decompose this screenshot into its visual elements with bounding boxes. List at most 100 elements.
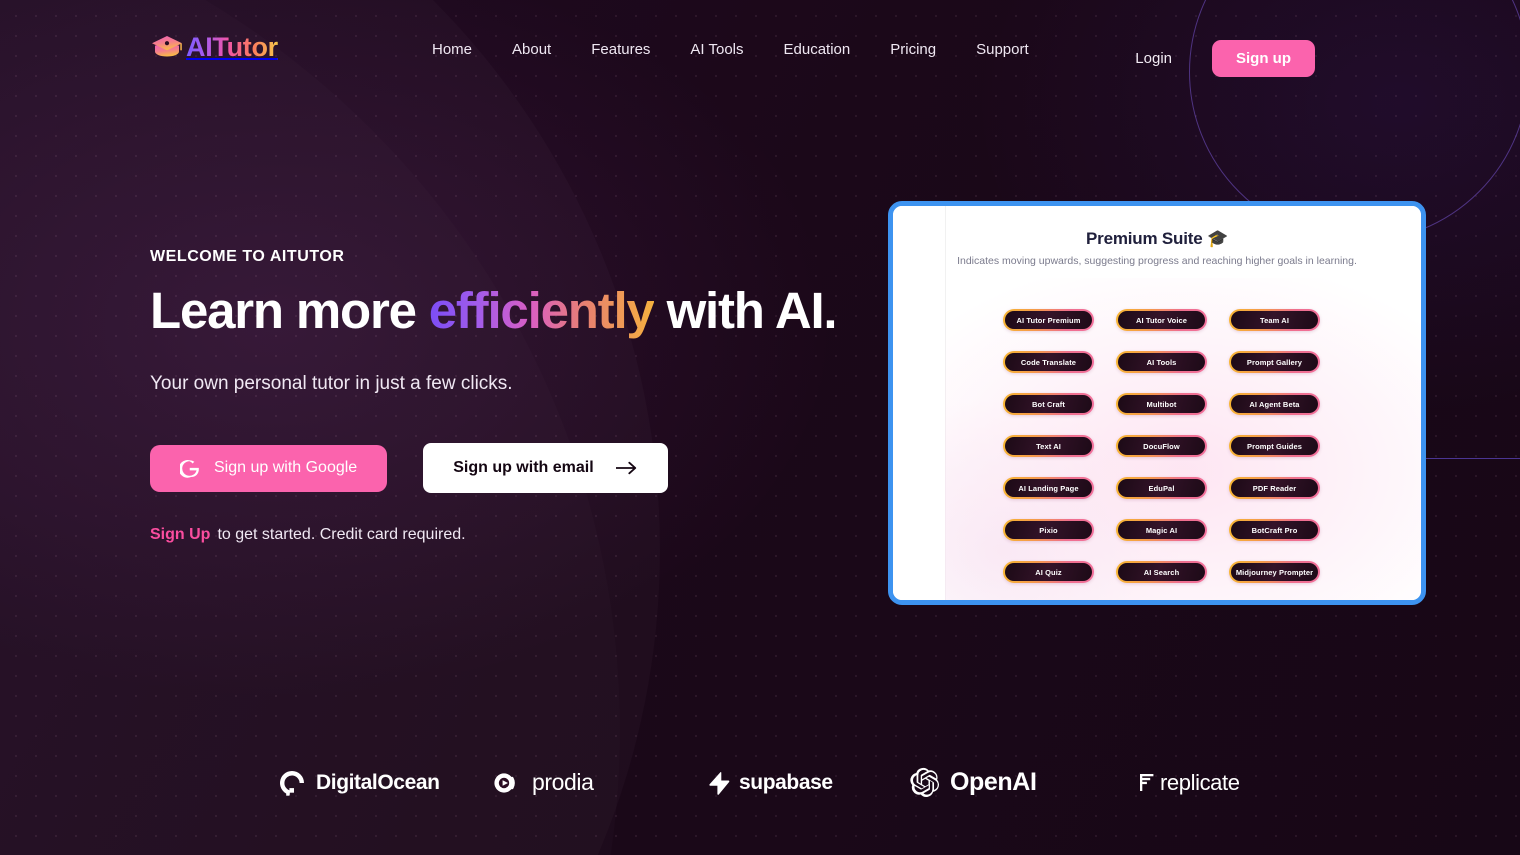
nav-item-features[interactable]: Features: [571, 41, 670, 58]
premium-tool-pill[interactable]: DocuFlow: [1116, 435, 1207, 457]
login-link[interactable]: Login: [1135, 50, 1172, 67]
premium-tool-pill[interactable]: Bot Craft: [1003, 393, 1094, 415]
pill-label: DocuFlow: [1143, 441, 1180, 451]
partner-openai: OpenAI: [910, 755, 1037, 810]
pill-label: Team AI: [1259, 315, 1290, 325]
pill-label: AI Agent Beta: [1249, 399, 1300, 409]
pill-label: PDF Reader: [1252, 483, 1297, 493]
premium-tool-pill[interactable]: Code Translate: [1003, 351, 1094, 373]
pill-surface: Midjourney Prompter: [1230, 562, 1319, 582]
pill-surface: Bot Craft: [1004, 394, 1093, 414]
pill-surface: Code Translate: [1004, 352, 1093, 372]
premium-tool-pill[interactable]: Prompt Gallery: [1229, 351, 1320, 373]
auth-actions: Login Sign up: [1135, 40, 1315, 77]
premium-tool-pill[interactable]: AI Quiz: [1003, 561, 1094, 583]
signup-with-google-label: Sign up with Google: [214, 459, 358, 477]
pill-label: Magic AI: [1145, 525, 1178, 535]
nav-item-home[interactable]: Home: [432, 41, 492, 58]
pill-label: AI Quiz: [1035, 567, 1062, 577]
premium-tool-pill[interactable]: AI Tools: [1116, 351, 1207, 373]
supabase-icon: [709, 771, 730, 795]
pill-surface: Pixio: [1004, 520, 1093, 540]
pill-surface: AI Quiz: [1004, 562, 1093, 582]
pill-surface: Team AI: [1230, 310, 1319, 330]
footnote-text: to get started. Credit card required.: [217, 526, 466, 544]
partner-digitalocean-label: DigitalOcean: [316, 770, 440, 794]
nav-item-support[interactable]: Support: [956, 41, 1049, 58]
digitalocean-icon: [279, 770, 304, 796]
premium-tool-pill[interactable]: Team AI: [1229, 309, 1320, 331]
card-subtitle: Indicates moving upwards, suggesting pro…: [957, 255, 1357, 267]
hero-headline: Learn more efficiently with AI.: [150, 284, 890, 337]
pill-surface: Multibot: [1117, 394, 1206, 414]
pill-surface: DocuFlow: [1117, 436, 1206, 456]
site-header: AITutor Home About Features AI Tools Edu…: [0, 0, 1520, 102]
premium-tool-pill[interactable]: PDF Reader: [1229, 477, 1320, 499]
pill-surface: AI Tools: [1117, 352, 1206, 372]
pill-surface: AI Tutor Voice: [1117, 310, 1206, 330]
headline-part-1: Learn more: [150, 282, 429, 339]
pill-surface: Magic AI: [1117, 520, 1206, 540]
pill-surface: Prompt Guides: [1230, 436, 1319, 456]
main-navigation: Home About Features AI Tools Education P…: [432, 41, 1049, 58]
pill-label: Bot Craft: [1032, 399, 1065, 409]
prodia-icon: [494, 772, 515, 793]
nav-item-ai-tools[interactable]: AI Tools: [670, 41, 763, 58]
signup-with-google-button[interactable]: Sign up with Google: [150, 444, 388, 492]
pill-surface: AI Agent Beta: [1230, 394, 1319, 414]
card-grid-area: AI Tutor Premium AI Tutor Voice Team AI Cod…: [945, 278, 1421, 600]
premium-suite-card: Premium Suite 🎓 Indicates moving upwards…: [888, 201, 1426, 605]
hero-subline: Your own personal tutor in just a few cl…: [150, 373, 513, 395]
pill-surface: Text AI: [1004, 436, 1093, 456]
pill-surface: AI Landing Page: [1004, 478, 1093, 498]
logo-text: AITutor: [186, 31, 278, 62]
premium-tool-pill[interactable]: Pixio: [1003, 519, 1094, 541]
pill-surface: Prompt Gallery: [1230, 352, 1319, 372]
premium-tool-pill[interactable]: Multibot: [1116, 393, 1207, 415]
premium-tool-pill[interactable]: AI Tutor Voice: [1116, 309, 1207, 331]
nav-item-education[interactable]: Education: [764, 41, 871, 58]
signup-button[interactable]: Sign up: [1212, 40, 1315, 77]
nav-item-pricing[interactable]: Pricing: [870, 41, 956, 58]
pill-label: Midjourney Prompter: [1235, 567, 1314, 577]
replicate-icon: [1140, 774, 1154, 791]
premium-tool-pill[interactable]: EduPal: [1116, 477, 1207, 499]
partner-supabase: supabase: [708, 755, 833, 810]
graduation-cap-icon: [152, 36, 182, 57]
partner-openai-label: OpenAI: [950, 768, 1037, 796]
pill-label: AI Search: [1143, 567, 1180, 577]
nav-item-about[interactable]: About: [492, 41, 571, 58]
pill-surface: BotCraft Pro: [1230, 520, 1319, 540]
premium-tool-pill[interactable]: AI Search: [1116, 561, 1207, 583]
partner-prodia-label: prodia: [532, 769, 594, 795]
pill-surface: AI Search: [1117, 562, 1206, 582]
hero-eyebrow: WELCOME TO AITUTOR: [150, 248, 345, 265]
premium-tool-pill[interactable]: BotCraft Pro: [1229, 519, 1320, 541]
pill-label: Code Translate: [1020, 357, 1077, 367]
hero-cta-row: Sign up with Google Sign up with email: [150, 443, 890, 494]
card-title: Premium Suite 🎓: [1086, 229, 1228, 248]
premium-tool-pill[interactable]: AI Agent Beta: [1229, 393, 1320, 415]
footnote-signup-link[interactable]: Sign Up: [150, 526, 210, 543]
partner-prodia: prodia: [492, 755, 594, 810]
signup-with-email-button[interactable]: Sign up with email: [423, 443, 668, 494]
pill-label: EduPal: [1148, 483, 1175, 493]
logo[interactable]: AITutor: [150, 30, 278, 64]
premium-tool-pill[interactable]: Magic AI: [1116, 519, 1207, 541]
premium-tool-grid: AI Tutor Premium AI Tutor Voice Team AI Cod…: [1003, 309, 1320, 583]
pill-label: BotCraft Pro: [1251, 525, 1298, 535]
premium-tool-pill[interactable]: Prompt Guides: [1229, 435, 1320, 457]
pill-label: Multibot: [1146, 399, 1177, 409]
openai-icon: [910, 767, 940, 797]
premium-tool-pill[interactable]: AI Tutor Premium: [1003, 309, 1094, 331]
pill-label: AI Landing Page: [1018, 483, 1079, 493]
premium-tool-pill[interactable]: Midjourney Prompter: [1229, 561, 1320, 583]
premium-tool-pill[interactable]: AI Landing Page: [1003, 477, 1094, 499]
pill-label: Pixio: [1039, 525, 1058, 535]
pill-label: AI Tools: [1146, 357, 1177, 367]
hero-footnote: Sign Up to get started. Credit card requi…: [150, 526, 890, 544]
partner-replicate: replicate: [1140, 755, 1240, 810]
premium-tool-pill[interactable]: Text AI: [1003, 435, 1094, 457]
headline-highlight: efficiently: [428, 282, 655, 339]
arrow-right-icon: [615, 461, 636, 475]
